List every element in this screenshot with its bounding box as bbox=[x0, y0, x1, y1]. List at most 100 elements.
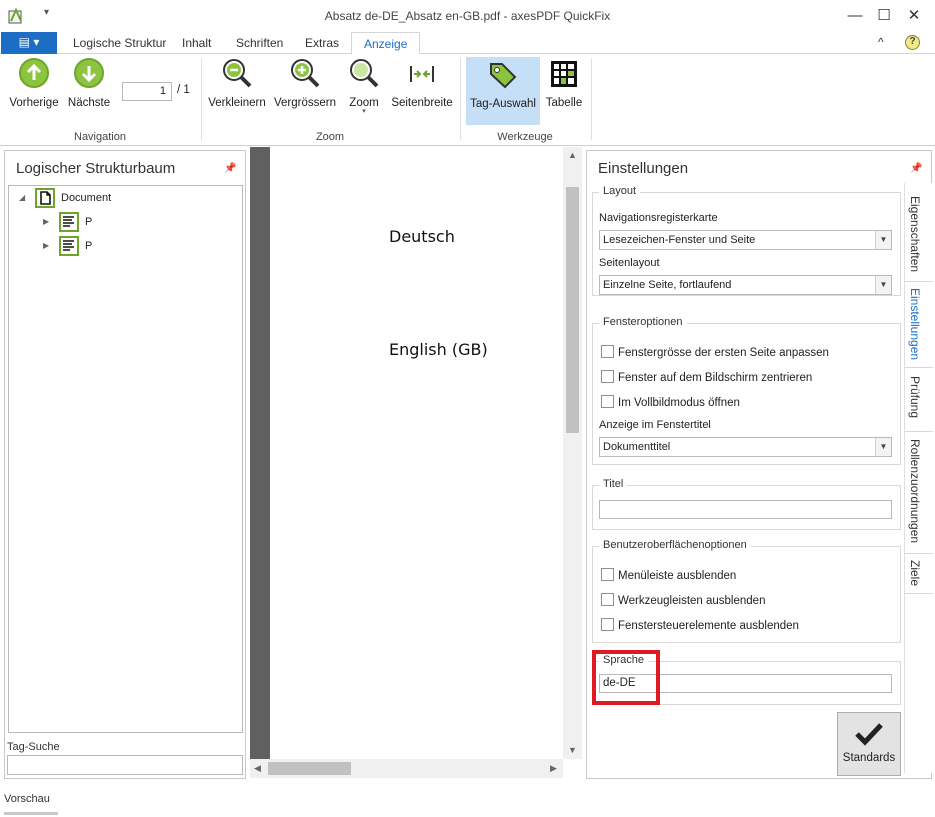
side-tab-eigenschaften[interactable]: Eigenschaften bbox=[908, 196, 922, 272]
side-tab-rollenzuordnungen[interactable]: Rollenzuordnungen bbox=[908, 439, 922, 543]
checkbox-hide-toolbars[interactable]: Werkzeugleisten ausblenden bbox=[601, 593, 765, 608]
previous-page-label: Vorherige bbox=[9, 97, 59, 109]
tree-item-label: P bbox=[85, 216, 93, 228]
previous-page-button[interactable]: Vorherige bbox=[8, 58, 60, 109]
scroll-up-icon[interactable]: ▲ bbox=[568, 150, 577, 160]
tag-icon bbox=[487, 59, 519, 91]
layout-group: Layout Navigationsregisterkarte Lesezeic… bbox=[592, 185, 901, 296]
checkbox-box[interactable] bbox=[601, 593, 614, 606]
horizontal-scroll-thumb[interactable] bbox=[268, 762, 351, 775]
scroll-left-icon[interactable]: ◀ bbox=[254, 763, 261, 774]
zoom-in-button[interactable]: Vergrössern bbox=[273, 58, 337, 109]
page-number-input[interactable]: 1 bbox=[122, 82, 172, 101]
checkbox-fit-first-page[interactable]: Fenstergrösse der ersten Seite anpassen bbox=[601, 345, 829, 360]
checkbox-hide-menubar[interactable]: Menüleiste ausblenden bbox=[601, 568, 736, 583]
checkbox-label: Fenster auf dem Bildschirm zentrieren bbox=[618, 372, 813, 384]
checkbox-fullscreen[interactable]: Im Vollbildmodus öffnen bbox=[601, 395, 740, 410]
checkbox-box[interactable] bbox=[601, 395, 614, 408]
close-button[interactable]: ✕ bbox=[897, 0, 931, 32]
chevron-down-icon[interactable]: ▼ bbox=[875, 276, 891, 294]
checkbox-box[interactable] bbox=[601, 568, 614, 581]
highlight-box bbox=[592, 650, 660, 705]
group-separator bbox=[591, 58, 592, 140]
tab-logische-struktur[interactable]: Logische Struktur bbox=[61, 32, 178, 54]
zoom-out-button[interactable]: Verkleinern bbox=[208, 58, 266, 109]
tab-vorschau[interactable]: Vorschau bbox=[4, 793, 58, 813]
side-tab-ziele[interactable]: Ziele bbox=[908, 560, 922, 586]
checkmark-icon bbox=[855, 723, 883, 746]
checkbox-box[interactable] bbox=[601, 345, 614, 358]
tag-select-button[interactable]: Tag-Auswahl bbox=[466, 57, 540, 125]
horizontal-scrollbar[interactable]: ◀ ▶ bbox=[250, 759, 563, 778]
expanded-arrow-icon[interactable]: ◢ bbox=[19, 187, 25, 209]
group-legend: Fensteroptionen bbox=[599, 316, 687, 328]
pin-icon[interactable]: 📌 bbox=[224, 163, 236, 174]
tree-item-p[interactable]: ▶ P bbox=[9, 211, 239, 233]
title-display-select[interactable]: Dokumenttitel ▼ bbox=[599, 437, 892, 457]
title-display-value: Dokumenttitel bbox=[603, 441, 671, 453]
tree-item-document[interactable]: ◢ Document bbox=[9, 187, 239, 209]
group-legend: Layout bbox=[599, 185, 641, 197]
side-tab-pruefung[interactable]: Prüfung bbox=[908, 376, 922, 418]
page-layout-select[interactable]: Einzelne Seite, fortlaufend ▼ bbox=[599, 275, 892, 295]
zoom-icon bbox=[348, 58, 380, 90]
document-page[interactable]: Deutsch English (GB) bbox=[270, 147, 563, 759]
page-width-label: Seitenbreite bbox=[391, 97, 453, 109]
nav-tab-value: Lesezeichen-Fenster und Seite bbox=[603, 234, 756, 246]
paragraph-icon bbox=[59, 212, 79, 232]
maximize-button[interactable]: ☐ bbox=[867, 0, 901, 32]
title-input[interactable] bbox=[599, 500, 892, 519]
tab-extras[interactable]: Extras bbox=[293, 32, 351, 54]
tab-separator bbox=[905, 281, 933, 282]
tab-schriften[interactable]: Schriften bbox=[224, 32, 295, 54]
file-menu-button[interactable]: ▤ ▾ bbox=[1, 32, 57, 54]
tree-item-p[interactable]: ▶ P bbox=[9, 235, 239, 257]
page-layout-label: Seitenlayout bbox=[599, 257, 660, 269]
vertical-scrollbar[interactable]: ▲ ▼ bbox=[563, 147, 582, 759]
zoom-out-icon bbox=[221, 58, 253, 90]
zoom-dropdown-button[interactable]: Zoom ▾ bbox=[344, 58, 384, 115]
defaults-button[interactable]: Standards bbox=[837, 712, 901, 776]
page-width-button[interactable]: Seitenbreite bbox=[390, 58, 454, 109]
table-button[interactable]: Tabelle bbox=[543, 58, 585, 109]
group-label-navigation: Navigation bbox=[74, 131, 126, 143]
structure-tree-panel: Logischer Strukturbaum 📌 ◢ Document ▶ P … bbox=[4, 150, 246, 779]
checkbox-label: Werkzeugleisten ausblenden bbox=[618, 595, 766, 607]
arrow-up-icon bbox=[18, 58, 50, 90]
pin-icon[interactable]: 📌 bbox=[910, 163, 922, 174]
document-view[interactable]: Deutsch English (GB) ▲ ▼ ◀ ▶ bbox=[250, 147, 582, 779]
collapse-ribbon-icon[interactable]: ^ bbox=[878, 35, 884, 49]
document-text-line: English (GB) bbox=[389, 340, 488, 359]
zoom-in-icon bbox=[289, 58, 321, 90]
scroll-down-icon[interactable]: ▼ bbox=[568, 745, 577, 755]
group-label-zoom: Zoom bbox=[315, 131, 345, 143]
panel-title: Einstellungen bbox=[598, 160, 689, 177]
checkbox-center-window[interactable]: Fenster auf dem Bildschirm zentrieren bbox=[601, 370, 812, 385]
tab-separator bbox=[905, 431, 933, 432]
checkbox-box[interactable] bbox=[601, 618, 614, 631]
table-label: Tabelle bbox=[545, 97, 583, 109]
next-page-button[interactable]: Nächste bbox=[66, 58, 112, 109]
chevron-down-icon[interactable]: ▼ bbox=[875, 231, 891, 249]
document-icon bbox=[35, 188, 55, 208]
scroll-right-icon[interactable]: ▶ bbox=[550, 763, 557, 774]
ribbon-tab-row: ▤ ▾ Logische Struktur Inhalt Schriften E… bbox=[0, 32, 935, 55]
document-gutter bbox=[250, 147, 270, 759]
vertical-scroll-thumb[interactable] bbox=[566, 187, 579, 433]
collapsed-arrow-icon[interactable]: ▶ bbox=[43, 235, 49, 257]
ribbon: Vorherige Nächste 1 / 1 Navigation Verkl… bbox=[0, 54, 935, 146]
nav-tab-select[interactable]: Lesezeichen-Fenster und Seite ▼ bbox=[599, 230, 892, 250]
side-tab-einstellungen[interactable]: Einstellungen bbox=[908, 288, 922, 360]
checkbox-box[interactable] bbox=[601, 370, 614, 383]
checkbox-label: Im Vollbildmodus öffnen bbox=[618, 397, 740, 409]
checkbox-hide-window-controls[interactable]: Fenstersteuerelemente ausblenden bbox=[601, 618, 799, 633]
tab-anzeige[interactable]: Anzeige bbox=[351, 32, 421, 55]
tab-inhalt[interactable]: Inhalt bbox=[170, 32, 223, 54]
help-icon[interactable]: ? bbox=[905, 35, 920, 50]
collapsed-arrow-icon[interactable]: ▶ bbox=[43, 211, 49, 233]
structure-tree[interactable]: ◢ Document ▶ P ▶ P bbox=[8, 185, 243, 733]
tag-search-input[interactable] bbox=[7, 755, 243, 775]
title-bar: ▾ Absatz de-DE_Absatz en-GB.pdf - axesPD… bbox=[0, 0, 935, 32]
tab-separator bbox=[905, 553, 933, 554]
chevron-down-icon[interactable]: ▼ bbox=[875, 438, 891, 456]
